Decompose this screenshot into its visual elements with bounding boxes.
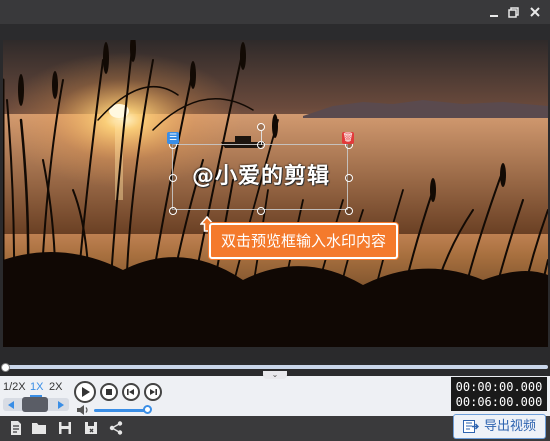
seek-bar[interactable] <box>5 365 548 369</box>
rotate-line <box>261 131 262 145</box>
save-icon[interactable] <box>57 420 73 436</box>
seek-knob[interactable] <box>1 363 10 372</box>
volume-knob[interactable] <box>143 405 152 414</box>
step-back-icon[interactable] <box>8 401 14 409</box>
title-bar <box>0 0 550 24</box>
export-icon <box>463 420 479 433</box>
trash-icon[interactable]: 🗑 <box>342 132 354 144</box>
watermark-box[interactable]: ☰ 🗑 @小爱的剪辑 <box>167 123 354 215</box>
export-label: 导出视频 <box>484 419 537 434</box>
volume-slider[interactable] <box>94 409 148 412</box>
frame-step-thumb[interactable] <box>22 397 48 412</box>
next-icon <box>150 389 157 395</box>
resize-handle[interactable] <box>169 207 177 215</box>
speed-normal[interactable]: 1X <box>30 381 43 393</box>
video-preview[interactable]: ☰ 🗑 @小爱的剪辑 双击预览框输入水印内容 <box>3 40 548 347</box>
volume-icon[interactable] <box>76 404 90 416</box>
watermark-text: @小爱的剪辑 <box>191 164 330 189</box>
preview-top-strip <box>0 24 550 40</box>
prev-frame-button[interactable] <box>122 383 140 401</box>
resize-handle[interactable] <box>345 207 353 215</box>
current-time: 00:00:00.000 <box>455 380 543 394</box>
restore-icon[interactable] <box>504 2 524 22</box>
chevron-down-icon[interactable]: ⌄ <box>263 371 287 379</box>
play-button[interactable] <box>74 381 96 403</box>
previous-icon <box>127 389 134 395</box>
speed-half[interactable]: 1/2X <box>3 381 26 393</box>
minimize-icon[interactable] <box>484 2 504 22</box>
new-file-icon[interactable] <box>8 420 24 436</box>
next-frame-button[interactable] <box>144 383 162 401</box>
time-display: 00:00:00.000 00:06:00.000 <box>451 377 547 411</box>
play-icon <box>82 387 90 397</box>
close-icon[interactable] <box>525 2 545 22</box>
total-time: 00:06:00.000 <box>455 395 543 409</box>
stop-icon <box>106 389 112 395</box>
list-icon[interactable]: ☰ <box>167 132 179 144</box>
tooltip-hint: 双击预览框输入水印内容 <box>209 223 399 259</box>
rotate-handle[interactable] <box>257 123 265 131</box>
resize-handle[interactable] <box>257 207 265 215</box>
export-video-button[interactable]: 导出视频 <box>453 414 546 439</box>
speed-double[interactable]: 2X <box>49 381 62 393</box>
open-folder-icon[interactable] <box>31 420 47 436</box>
share-icon[interactable] <box>108 420 124 436</box>
save-as-icon[interactable] <box>83 420 99 436</box>
step-forward-icon[interactable] <box>58 401 64 409</box>
stop-button[interactable] <box>100 383 118 401</box>
